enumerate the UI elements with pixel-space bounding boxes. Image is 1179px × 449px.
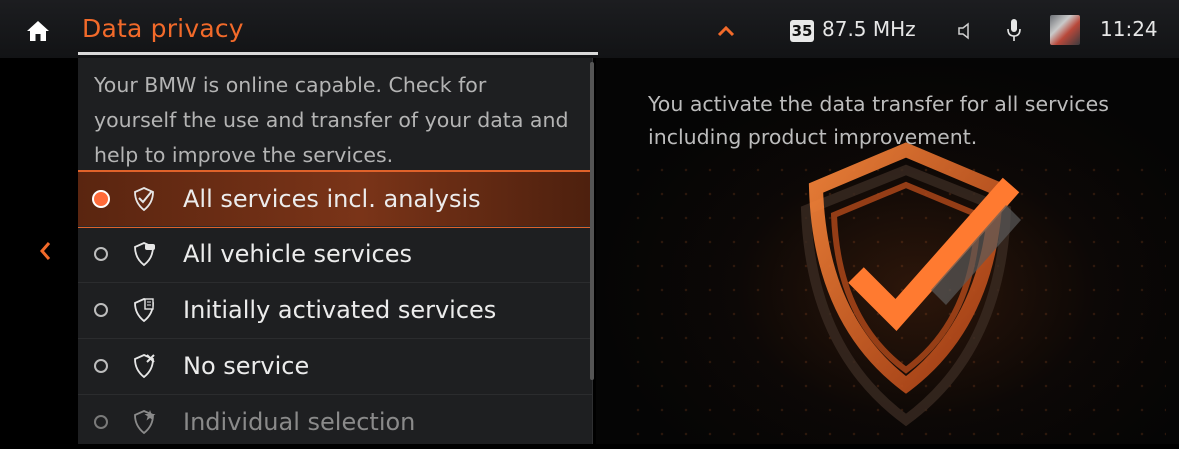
speaker-icon[interactable] bbox=[955, 19, 979, 43]
option-label: All services incl. analysis bbox=[183, 185, 481, 213]
chevron-up-icon bbox=[717, 25, 735, 37]
collapse-button[interactable] bbox=[712, 20, 740, 42]
option-label: All vehicle services bbox=[183, 240, 412, 268]
scrollbar[interactable] bbox=[590, 62, 594, 380]
radio-button-selected[interactable] bbox=[92, 190, 110, 208]
shield-document-icon bbox=[134, 298, 154, 323]
home-button[interactable] bbox=[20, 16, 56, 46]
avatar[interactable] bbox=[1050, 15, 1080, 45]
description-pane: You activate the data transfer for all s… bbox=[596, 58, 1179, 444]
radio-button[interactable] bbox=[94, 359, 108, 373]
shield-check-illustration bbox=[800, 142, 1021, 427]
shield-star-icon bbox=[134, 410, 156, 435]
option-initially-activated-services[interactable]: Initially activated services bbox=[78, 282, 592, 337]
home-icon bbox=[27, 21, 49, 41]
option-no-service[interactable]: No service bbox=[78, 338, 592, 393]
title-underline bbox=[78, 52, 598, 55]
back-button[interactable] bbox=[30, 236, 60, 266]
option-label: No service bbox=[183, 352, 310, 380]
option-all-vehicle-services[interactable]: All vehicle services bbox=[78, 226, 592, 281]
status-bar: Data privacy 35 87.5 MHz 11:24 bbox=[0, 0, 1179, 58]
radio-preset-badge: 35 bbox=[790, 20, 814, 42]
clock: 11:24 bbox=[1100, 17, 1158, 41]
shield-check-icon bbox=[134, 187, 154, 212]
option-label: Initially activated services bbox=[183, 296, 497, 324]
radio-button[interactable] bbox=[94, 415, 108, 429]
radio-frequency[interactable]: 87.5 MHz bbox=[822, 17, 916, 41]
option-individual-selection[interactable]: Individual selection bbox=[78, 394, 592, 449]
microphone-icon[interactable] bbox=[1005, 16, 1023, 44]
shield-cross-icon bbox=[134, 354, 155, 379]
shield-car-icon bbox=[134, 242, 155, 267]
radio-button[interactable] bbox=[94, 303, 108, 317]
intro-text: Your BMW is online capable. Check for yo… bbox=[94, 73, 569, 167]
option-all-services-incl-analysis[interactable]: All services incl. analysis bbox=[78, 170, 592, 228]
option-label: Individual selection bbox=[183, 408, 416, 436]
privacy-options-panel: Your BMW is online capable. Check for yo… bbox=[78, 58, 593, 444]
radio-button[interactable] bbox=[94, 247, 108, 261]
page-title: Data privacy bbox=[82, 14, 244, 43]
chevron-left-icon bbox=[40, 242, 51, 260]
